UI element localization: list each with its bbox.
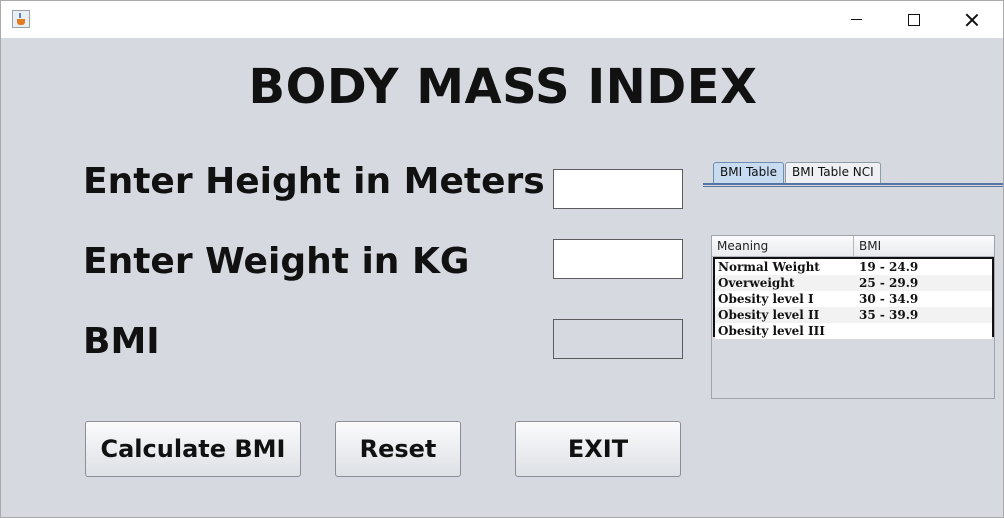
cell-meaning: Overweight (718, 276, 795, 290)
close-icon (965, 13, 979, 27)
table-body: Normal Weight 19 - 24.9 Overweight 25 - … (713, 257, 994, 339)
table-row[interactable]: Obesity level II 35 - 39.9 (715, 307, 992, 323)
tab-bmi-table-nci[interactable]: BMI Table NCI (784, 162, 881, 183)
weight-input[interactable] (553, 239, 683, 279)
close-button[interactable] (943, 1, 1001, 38)
cell-meaning: Obesity level I (718, 292, 814, 306)
tab-strip-border (703, 183, 1003, 187)
exit-button[interactable]: EXIT (515, 421, 681, 477)
height-input[interactable] (553, 169, 683, 209)
minimize-button[interactable] (827, 1, 885, 38)
tab-bmi-table[interactable]: BMI Table (713, 162, 784, 183)
bmi-label: BMI (83, 321, 160, 362)
table-row[interactable]: Normal Weight 19 - 24.9 (715, 259, 992, 275)
cell-bmi: 25 - 29.9 (859, 276, 919, 290)
table-header: Meaning BMI (712, 236, 994, 257)
java-coffee-cup-icon[interactable] (12, 10, 30, 28)
cell-meaning: Obesity level III (718, 324, 825, 338)
bmi-table[interactable]: Meaning BMI Normal Weight 19 - 24.9 Over… (711, 235, 995, 399)
maximize-button[interactable] (885, 1, 943, 38)
cell-bmi: 30 - 34.9 (859, 292, 919, 306)
column-header-meaning[interactable]: Meaning (712, 236, 854, 256)
cell-bmi: 19 - 24.9 (859, 260, 919, 274)
column-header-bmi[interactable]: BMI (854, 236, 994, 256)
table-row[interactable]: Obesity level III (715, 323, 992, 339)
bmi-result-field[interactable] (553, 319, 683, 359)
page-title: BODY MASS INDEX (248, 59, 758, 115)
cell-bmi: 35 - 39.9 (859, 308, 919, 322)
table-tabs: BMI Table BMI Table NCI (713, 162, 882, 183)
cell-meaning: Normal Weight (718, 260, 820, 274)
height-label: Enter Height in Meters (83, 161, 545, 202)
app-window: BODY MASS INDEX Enter Height in Meters E… (0, 0, 1004, 518)
cell-meaning: Obesity level II (718, 308, 820, 322)
calculate-bmi-button[interactable]: Calculate BMI (85, 421, 301, 477)
reset-button[interactable]: Reset (335, 421, 461, 477)
minimize-icon (850, 19, 862, 20)
title-bar[interactable] (1, 1, 1003, 38)
maximize-icon (908, 13, 920, 26)
table-row[interactable]: Obesity level I 30 - 34.9 (715, 291, 992, 307)
table-row[interactable]: Overweight 25 - 29.9 (715, 275, 992, 291)
weight-label: Enter Weight in KG (83, 241, 470, 282)
